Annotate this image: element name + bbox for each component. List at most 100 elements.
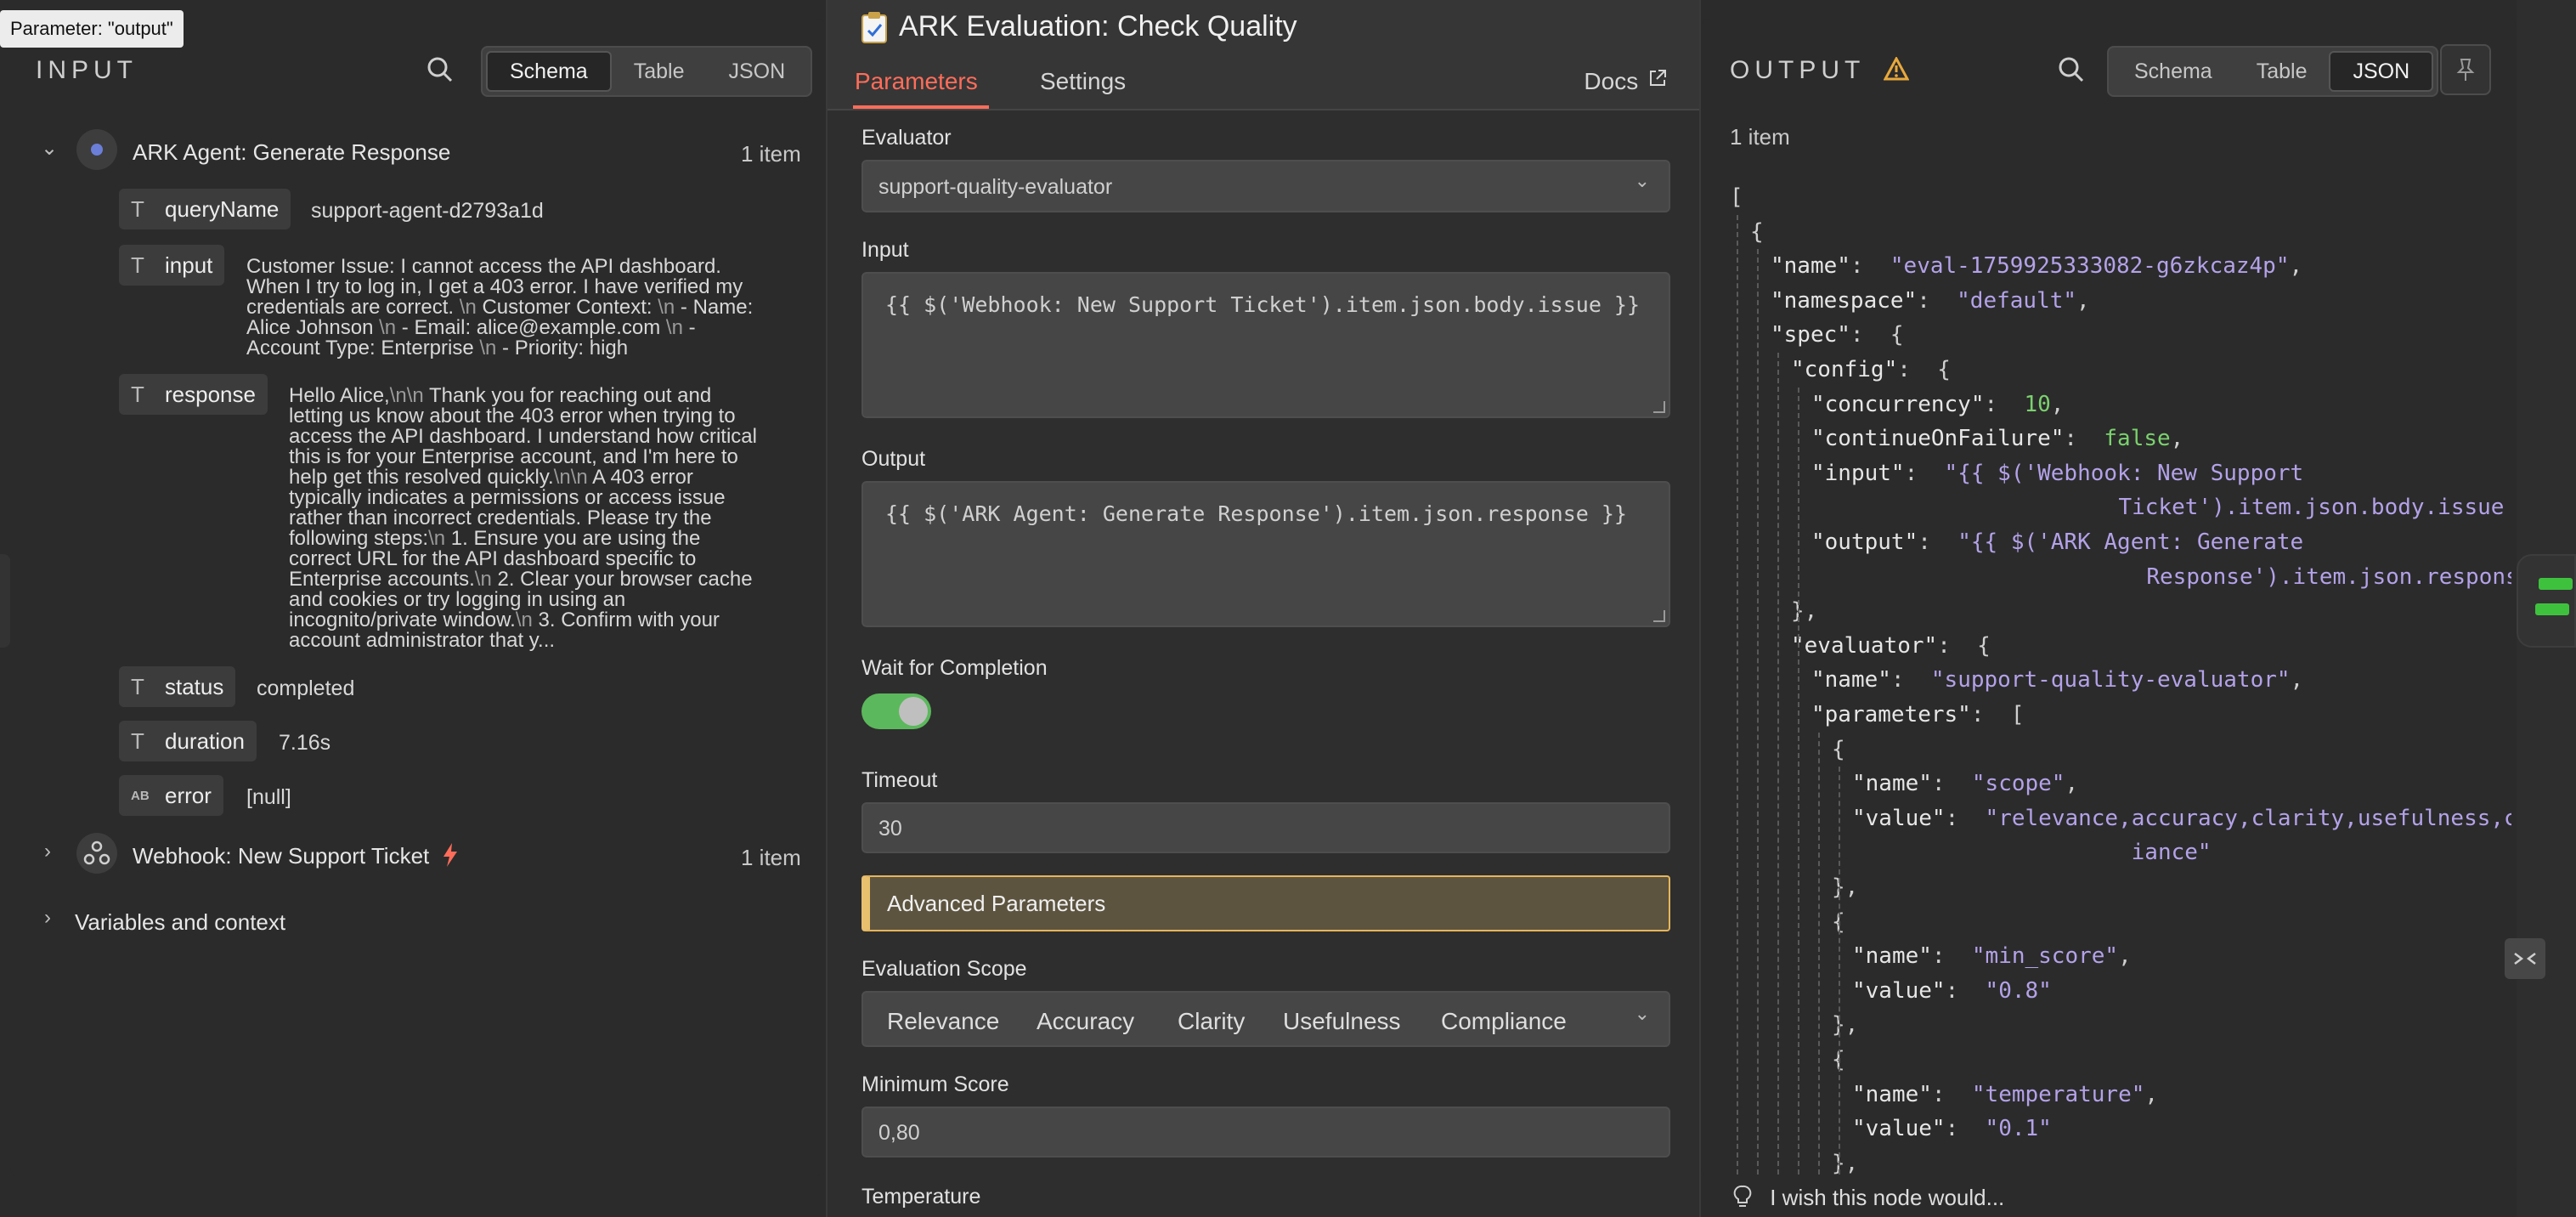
timeout-label: Timeout (861, 768, 938, 792)
json-string: iance" (2131, 840, 2212, 866)
field-value-text: - Email: alice@example.com (396, 316, 666, 339)
json-punct: { (1750, 218, 1764, 245)
field-name: queryName (165, 195, 280, 222)
left-panel-handle[interactable] (0, 554, 10, 648)
json-output-view[interactable]: [{"name": "eval-1759925333082-g6zkcaz4p"… (1730, 180, 2511, 1175)
output-view-table[interactable]: Table (2234, 51, 2330, 92)
field-value-text: Enterprise accounts. (289, 568, 475, 591)
newline-marker: \n (379, 316, 397, 339)
field-pill-error[interactable]: AB error (119, 775, 223, 816)
json-colon: : (2064, 426, 2104, 452)
chevron-down-icon[interactable]: ⌄ (41, 136, 58, 161)
input-view-table[interactable]: Table (612, 51, 707, 92)
warning-icon (1883, 55, 1910, 81)
scope-option-compliance[interactable]: Compliance (1441, 1008, 1567, 1035)
field-pill-status[interactable]: T status (119, 666, 236, 707)
json-line: }, (1832, 1008, 1858, 1042)
json-colon: : (1937, 632, 1978, 659)
clipboard-icon (861, 12, 887, 43)
temperature-label: Temperature (861, 1185, 981, 1209)
evaluation-scope-select[interactable]: Relevance Accuracy Clarity Usefulness Co… (861, 991, 1670, 1047)
input-view-schema[interactable]: Schema (486, 51, 612, 92)
json-punct: , (2170, 426, 2184, 452)
output-label: Output (861, 447, 926, 471)
field-pill-input[interactable]: T input (119, 245, 225, 286)
json-colon: : (1917, 287, 1957, 314)
json-punct: [ (1730, 184, 1743, 210)
timeout-input[interactable]: 30 (861, 802, 1670, 853)
json-key: "input" (1811, 460, 1905, 486)
handle-marker (2539, 578, 2573, 590)
output-view-schema[interactable]: Schema (2112, 51, 2234, 92)
json-key: "evaluator" (1791, 632, 1938, 659)
tooltip: Parameter: "output" (0, 10, 184, 48)
json-number: false (2104, 426, 2171, 452)
field-name: input (165, 252, 213, 278)
input-expression-field[interactable]: {{ $('Webhook: New Support Ticket').item… (861, 272, 1670, 418)
output-expression-field[interactable]: {{ $('ARK Agent: Generate Response').ite… (861, 481, 1670, 627)
json-line: [ (1730, 180, 1743, 214)
json-punct: , (2289, 253, 2303, 280)
output-item-count: 1 item (1730, 124, 1790, 150)
json-punct: , (2118, 943, 2132, 970)
scope-option-usefulness[interactable]: Usefulness (1283, 1008, 1401, 1035)
search-icon[interactable] (427, 56, 454, 83)
scope-option-clarity[interactable]: Clarity (1178, 1008, 1245, 1035)
advanced-parameters-label: Advanced Parameters (887, 891, 1106, 916)
input-node-agent[interactable]: ARK Agent: Generate Response (133, 139, 450, 166)
field-value-line: help get this resolved quickly.\n\n A 40… (289, 467, 757, 488)
json-line: "value": "relevance,accuracy,clarity,use… (1852, 801, 2511, 835)
field-value-line: rather than incorrect credentials. Pleas… (289, 508, 757, 529)
json-colon: : (1945, 805, 1986, 831)
input-view-json[interactable]: JSON (706, 51, 807, 92)
json-line: "output": "{{ $('ARK Agent: Generate (1811, 525, 2303, 559)
variables-and-context[interactable]: Variables and context (75, 909, 285, 936)
feedback-prompt[interactable]: I wish this node would... (1733, 1185, 2004, 1211)
field-value-line: Customer Issue: I cannot access the API … (246, 257, 753, 277)
json-key: "parameters" (1811, 702, 1971, 727)
field-value-line: Account Type: Enterprise \n - Priority: … (246, 338, 753, 359)
field-value-text: correct URL for the API dashboard specif… (289, 547, 697, 570)
json-string: "relevance,accuracy,clarity,usefulness,c… (1985, 805, 2511, 831)
tab-settings[interactable]: Settings (1040, 68, 1126, 95)
json-string: "{{ $('ARK Agent: Generate (1957, 529, 2304, 555)
field-value-response: Hello Alice,\n\n Thank you for reaching … (289, 386, 757, 651)
field-value-text: Customer Context: (476, 296, 658, 319)
collapse-button[interactable] (2505, 938, 2545, 979)
field-value-line: account administrator that y... (289, 631, 757, 651)
json-key: "continueOnFailure" (1811, 426, 2065, 452)
text-type-icon: T (131, 673, 144, 699)
field-value-line: letting us know about the 403 error when… (289, 406, 757, 427)
output-view-json[interactable]: JSON (2329, 51, 2434, 92)
json-line: Ticket').item.json.body.issue }}", (2119, 490, 2512, 524)
field-value-line: incognito/private window.\n 3. Confirm w… (289, 610, 757, 631)
minimum-score-input[interactable]: 0,80 (861, 1107, 1670, 1158)
input-node-webhook[interactable]: Webhook: New Support Ticket (133, 843, 429, 869)
json-indent-guide (1757, 249, 1759, 1175)
docs-link[interactable]: Docs (1584, 68, 1667, 95)
resize-handle[interactable] (1653, 610, 1665, 622)
right-panel-handle[interactable] (2517, 554, 2576, 648)
input-node-agent-count: 1 item (741, 141, 801, 167)
json-number: 10 (2024, 391, 2051, 417)
scope-option-relevance[interactable]: Relevance (887, 1008, 999, 1035)
minimum-score-value: 0,80 (878, 1121, 920, 1145)
tab-parameters[interactable]: Parameters (855, 68, 978, 95)
json-line: { (1832, 733, 1845, 767)
advanced-parameters-notice[interactable]: Advanced Parameters (861, 875, 1670, 931)
json-line: "input": "{{ $('Webhook: New Support (1811, 456, 2303, 490)
json-colon: : (1850, 253, 1890, 280)
scope-option-accuracy[interactable]: Accuracy (1037, 1008, 1134, 1035)
field-pill-queryname[interactable]: T queryName (119, 189, 291, 229)
pin-data-button[interactable] (2440, 44, 2491, 95)
evaluator-select[interactable]: support-quality-evaluator ⌄ (861, 160, 1670, 212)
chevron-right-icon[interactable]: › (44, 840, 51, 863)
wait-for-completion-toggle[interactable] (861, 693, 931, 729)
chevron-down-icon: ⌄ (1634, 170, 1650, 191)
field-pill-response[interactable]: T response (119, 374, 268, 415)
chevron-right-icon[interactable]: › (44, 906, 51, 930)
resize-handle[interactable] (1653, 401, 1665, 413)
json-colon: : (1918, 529, 1958, 555)
search-icon[interactable] (2058, 56, 2085, 83)
field-pill-duration[interactable]: T duration (119, 721, 257, 761)
